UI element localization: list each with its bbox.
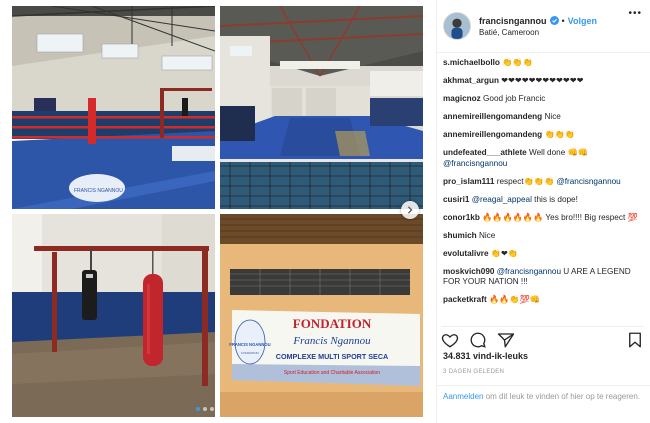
bookmark-icon[interactable] <box>626 331 644 349</box>
carousel-dot <box>203 407 207 411</box>
comment-username[interactable]: packetkraft <box>443 295 487 304</box>
comment-text: respect👏👏👏 <box>496 176 555 186</box>
comment-username[interactable]: cusiri1 <box>443 195 469 204</box>
comment-mention[interactable]: @francisngannou <box>443 159 507 168</box>
carousel-dot <box>210 407 214 411</box>
comment-text: Well done 👊👊 <box>529 148 588 157</box>
comment-username[interactable]: shumich <box>443 231 477 240</box>
banner-logo-sub: FONDATION <box>241 351 258 355</box>
login-prompt-text: om dit leuk te vinden of hier op te reag… <box>483 392 641 401</box>
heart-icon[interactable] <box>441 331 459 349</box>
comment-username[interactable]: evolutalivre <box>443 249 489 258</box>
comment-text: this is dope! <box>531 194 578 204</box>
comment-username[interactable]: undefeated___athlete <box>443 148 527 157</box>
comment-text: Nice <box>544 112 561 121</box>
share-icon[interactable] <box>497 331 515 349</box>
comment-item: s.michaelbollo 👏👏👏 <box>443 58 643 69</box>
comment-username[interactable]: moskvich090 <box>443 267 494 276</box>
comment-item: evolutalivre 👏❤👏 <box>443 249 643 260</box>
comment-username[interactable]: pro_islam111 <box>443 177 494 186</box>
banner-title: FONDATION <box>293 316 372 331</box>
comment-item: akhmat_argun ❤❤❤❤❤❤❤❤❤❤❤❤ <box>443 76 643 87</box>
post-side-panel: francisngannou • Volgen Batié, Cameroon … <box>437 0 650 423</box>
banner-logo-text: FRANCIS NGANNOU <box>229 342 270 347</box>
comment-mention[interactable]: @francisngannou <box>497 267 561 276</box>
comment-item: conor1kb 🔥🔥🔥🔥🔥🔥 Yes bro!!!! Big respect … <box>443 213 643 224</box>
banner-name: Francis Ngannou <box>292 335 371 347</box>
comment-item: packetkraft 🔥🔥👏💯👊 <box>443 295 643 306</box>
comment-item: cusiri1 @reagal_appeal this is dope! <box>443 195 643 206</box>
post-header: francisngannou • Volgen Batié, Cameroon … <box>437 0 650 53</box>
comment-text: ❤❤❤❤❤❤❤❤❤❤❤❤ <box>501 76 584 85</box>
comment-text: 👏❤👏 <box>490 248 519 258</box>
comment-item: magicnoz Good job Francic <box>443 94 643 105</box>
post-actions <box>441 326 644 348</box>
comment-username[interactable]: annemireillengomandeng <box>443 112 542 121</box>
comment-item: pro_islam111 respect👏👏👏 @francisngannou <box>443 177 643 188</box>
comment-text: 👏👏👏 <box>502 58 533 67</box>
photo-punching-bags <box>12 214 215 417</box>
photo-training-hall <box>220 6 423 209</box>
comment-item: annemireillengomandeng Nice <box>443 112 643 123</box>
comment-list: s.michaelbollo 👏👏👏 akhmat_argun ❤❤❤❤❤❤❤❤❤… <box>443 58 643 320</box>
post-media[interactable]: FRANCIS NGANNOU FRANCIS NGANNOU FONDATIO… <box>0 0 437 423</box>
comment-mention[interactable]: @francisngannou <box>556 177 620 186</box>
follow-button[interactable]: Volgen <box>568 16 597 26</box>
header-username[interactable]: francisngannou <box>479 16 547 26</box>
comment-text: 🔥🔥👏💯👊 <box>488 295 540 304</box>
post-date[interactable]: 3 DAGEN GELEDEN <box>443 369 504 375</box>
comment-text: Good job Francic <box>483 94 546 103</box>
more-options-icon[interactable]: ••• <box>628 8 642 19</box>
comment-text: 👏👏👏 <box>544 130 576 139</box>
login-link[interactable]: Aanmelden <box>443 392 483 401</box>
comment-icon[interactable] <box>469 331 487 349</box>
comment-item: undefeated___athlete Well done 👊👊 @franc… <box>443 148 643 169</box>
comment-username[interactable]: conor1kb <box>443 213 480 222</box>
svg-text:FRANCIS NGANNOU: FRANCIS NGANNOU <box>74 188 123 194</box>
login-prompt: Aanmelden om dit leuk te vinden of hier … <box>437 385 650 423</box>
comment-text: Nice <box>478 230 496 240</box>
comment-item: annemireillengomandeng 👏👏👏 <box>443 130 643 141</box>
comment-text: 🔥🔥🔥🔥🔥🔥 Yes bro!!!! Big respect 💯 <box>482 212 638 222</box>
banner-tagline: Sport Education and Charitable Associati… <box>284 370 380 376</box>
carousel-dot <box>196 407 200 411</box>
comment-username[interactable]: annemireillengomandeng <box>443 130 542 139</box>
chevron-right-icon <box>407 206 413 214</box>
comment-username[interactable]: magicnoz <box>443 94 481 103</box>
comment-item: shumich Nice <box>443 231 643 242</box>
photo-boxing-ring: FRANCIS NGANNOU <box>12 6 215 209</box>
post-location[interactable]: Batié, Cameroon <box>479 28 597 37</box>
comment-username[interactable]: akhmat_argun <box>443 76 499 85</box>
comment-username[interactable]: s.michaelbollo <box>443 58 500 67</box>
carousel-next-button[interactable] <box>401 201 419 219</box>
avatar[interactable] <box>443 12 471 40</box>
verified-badge-icon <box>549 16 559 25</box>
like-count[interactable]: 34.831 vind-ik-leuks <box>443 351 528 361</box>
carousel-dots <box>196 407 214 411</box>
comment-mention[interactable]: @reagal_appeal <box>472 195 532 204</box>
comment-item: moskvich090 @francisngannou U ARE A LEGE… <box>443 267 643 288</box>
banner-subtitle: COMPLEXE MULTI SPORT SECA <box>276 352 388 361</box>
header-separator: • <box>561 15 565 26</box>
photo-foundation-banner: FRANCIS NGANNOU FONDATION FONDATION Fran… <box>220 214 423 417</box>
